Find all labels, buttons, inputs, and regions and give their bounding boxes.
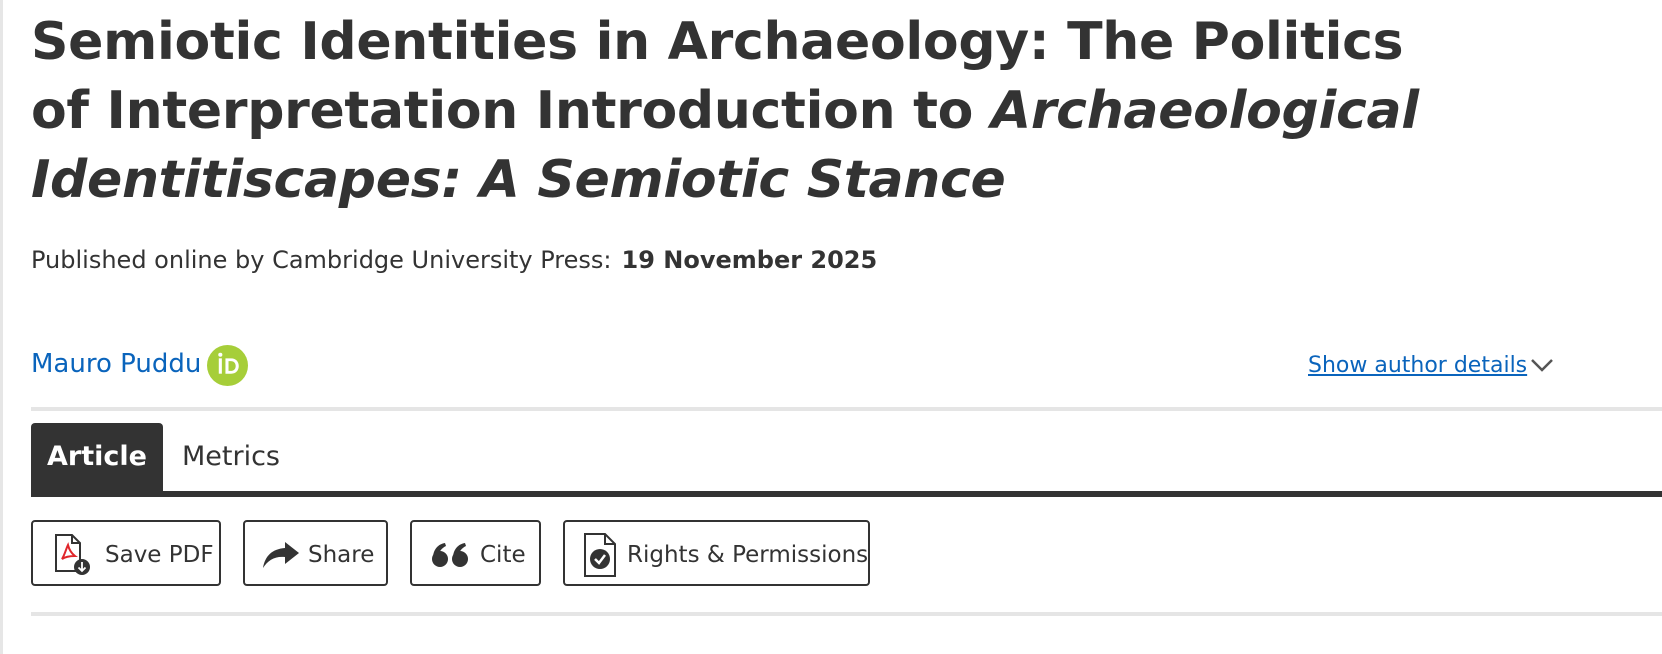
author-name-link[interactable]: Mauro Puddu [31, 349, 201, 379]
article-header: Semiotic Identities in Archaeology: The … [31, 0, 1662, 654]
cite-button[interactable]: Cite [410, 520, 541, 586]
published-label: Published online by Cambridge University… [31, 246, 612, 274]
article-tabs: Article Metrics [31, 423, 1662, 497]
pdf-download-icon [55, 534, 90, 575]
rights-permissions-button[interactable]: Rights & Permissions [563, 520, 870, 586]
share-icon [263, 542, 299, 568]
author-divider [31, 407, 1662, 411]
quote-icon [432, 543, 468, 567]
share-label: Share [308, 542, 375, 568]
share-button[interactable]: Share [243, 520, 388, 586]
rights-label: Rights & Permissions [627, 542, 869, 568]
show-author-details-link[interactable]: Show author details [1308, 353, 1527, 378]
author-row: Mauro Puddu Show author details [31, 344, 1662, 390]
tabs-underline [31, 491, 1662, 497]
tab-article[interactable]: Article [31, 423, 163, 491]
orcid-icon[interactable] [207, 345, 248, 386]
article-title: Semiotic Identities in Archaeology: The … [31, 8, 1451, 215]
article-toolbar: Save PDF Share Cite Rights & Permissions [31, 520, 1662, 590]
published-line: Published online by Cambridge University… [31, 242, 877, 278]
save-pdf-label: Save PDF [105, 542, 214, 568]
tab-metrics[interactable]: Metrics [163, 423, 299, 491]
save-pdf-button[interactable]: Save PDF [31, 520, 221, 586]
rights-document-icon [584, 533, 616, 577]
toolbar-divider [31, 612, 1662, 616]
published-date: 19 November 2025 [621, 246, 878, 274]
cite-label: Cite [480, 542, 526, 568]
page-left-edge [0, 0, 3, 654]
chevron-down-icon[interactable] [1528, 356, 1556, 374]
